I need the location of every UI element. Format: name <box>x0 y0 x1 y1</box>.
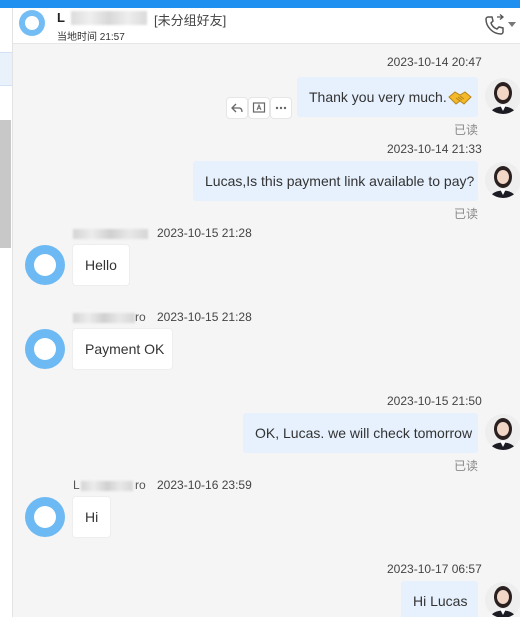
outgoing-message[interactable]: OK, Lucas. we will check tomorrow <box>243 413 478 453</box>
sender-name-initial: L <box>73 478 80 492</box>
call-icon[interactable] <box>483 14 505 36</box>
sender-name-redacted <box>73 313 135 323</box>
message-text: Lucas,Is this payment link available to … <box>205 173 475 189</box>
read-status: 已读 <box>454 207 479 221</box>
contact-name: L <box>57 10 65 25</box>
contact-avatar[interactable] <box>25 329 65 369</box>
sender-name-redacted <box>81 481 133 491</box>
translate-icon[interactable] <box>248 97 270 119</box>
contact-avatar[interactable] <box>25 497 65 537</box>
incoming-message[interactable]: Payment OK <box>73 329 172 369</box>
outgoing-message[interactable]: Thank you very much. <box>297 77 478 117</box>
reply-icon[interactable] <box>226 97 248 119</box>
contact-avatar[interactable] <box>25 245 65 285</box>
message-text: Hello <box>85 257 117 273</box>
message-timestamp: 2023-10-15 21:28 <box>157 226 252 240</box>
message-text: Thank you very much. <box>309 89 447 105</box>
my-avatar[interactable] <box>485 162 520 198</box>
local-time: 当地时间 21:57 <box>57 32 125 43</box>
message-timestamp: 2023-10-14 21:33 <box>387 142 482 156</box>
contact-group-label: [未分组好友] <box>154 13 227 28</box>
my-avatar[interactable] <box>485 582 520 617</box>
message-text: OK, Lucas. we will check tomorrow <box>255 425 473 441</box>
list-scrollbar[interactable] <box>0 120 11 248</box>
contact-avatar[interactable] <box>19 10 45 36</box>
read-status: 已读 <box>454 123 479 137</box>
sender-name-suffix: ro <box>135 310 146 324</box>
selected-conversation-edge[interactable] <box>0 52 12 86</box>
chat-area: 2023-10-14 20:47 Thank you very much. 已读… <box>13 44 520 617</box>
conversation-list-edge <box>0 8 13 617</box>
message-text: Hi <box>85 509 99 525</box>
sender-name-redacted <box>73 229 148 239</box>
read-status: 已读 <box>454 459 479 473</box>
call-dropdown-icon[interactable] <box>508 22 516 27</box>
handshake-emoji-icon <box>447 91 472 105</box>
my-avatar[interactable] <box>485 414 520 450</box>
message-timestamp: 2023-10-15 21:50 <box>387 394 482 408</box>
incoming-message[interactable]: Hi <box>73 497 110 537</box>
message-timestamp: 2023-10-15 21:28 <box>157 310 252 324</box>
outgoing-message[interactable]: Lucas,Is this payment link available to … <box>193 161 478 201</box>
more-icon[interactable] <box>270 97 292 119</box>
chat-header: L [未分组好友] 当地时间 21:57 <box>13 8 520 44</box>
outgoing-message[interactable]: Hi Lucas <box>401 581 478 617</box>
message-timestamp: 2023-10-14 20:47 <box>387 55 482 69</box>
message-timestamp: 2023-10-16 23:59 <box>157 478 252 492</box>
contact-name-redacted <box>71 11 147 25</box>
incoming-message[interactable]: Hello <box>73 245 129 285</box>
sender-name-suffix: ro <box>135 478 146 492</box>
my-avatar[interactable] <box>485 78 520 114</box>
message-timestamp: 2023-10-17 06:57 <box>387 562 482 576</box>
message-text: Hi Lucas <box>413 593 468 609</box>
message-text: Payment OK <box>85 341 165 357</box>
window-top-bar <box>0 0 520 8</box>
